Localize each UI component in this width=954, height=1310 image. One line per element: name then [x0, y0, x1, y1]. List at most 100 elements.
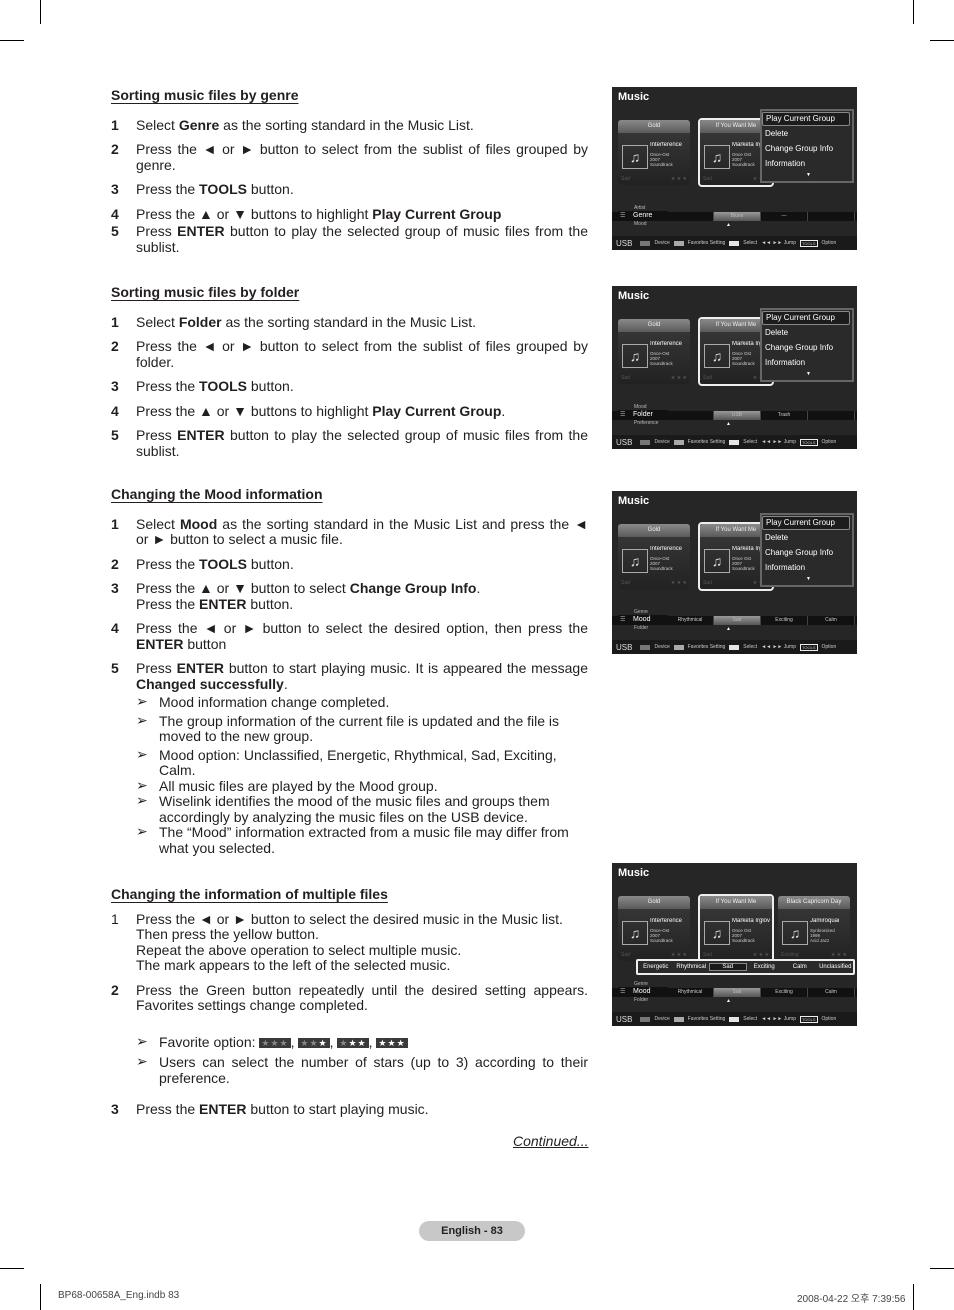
- tv-screenshot-genre: Music Gold ♫ Interference Once-Ost 2007 Soundt…: [612, 87, 857, 250]
- note-text: Wiselink identifies the mood of the musi…: [159, 793, 550, 825]
- step-text: Press the TOOLS button.: [136, 181, 294, 197]
- music-card[interactable]: Black Capricorn Day ♫ Jamiroquai Synkronize…: [778, 896, 850, 961]
- menu-item[interactable]: Delete: [762, 126, 852, 141]
- mood-options-popup: Energetic Rhythmical Sad Exciting Calm Unclas…: [636, 959, 855, 975]
- step-number: 1: [111, 116, 119, 133]
- mood-option[interactable]: Rhythmical: [674, 964, 710, 970]
- step-number: 3: [111, 1101, 119, 1117]
- music-card[interactable]: If You Want Me ♫ Marketa Irglova Once Ost 20…: [698, 894, 774, 963]
- group-cell[interactable]: Calm: [808, 988, 855, 997]
- device-label: Device: [654, 240, 670, 246]
- group-cell[interactable]: Trash: [761, 411, 808, 420]
- tv-screenshot-mood: Music Gold ♫ Interference Once-Ost 2007 Soundt…: [612, 491, 857, 654]
- step-1: 1 Select Genre as the sorting standard in…: [111, 116, 588, 134]
- scroll-down-icon: ▼: [806, 576, 811, 582]
- menu-item[interactable]: Play Current Group: [762, 112, 850, 126]
- step-4: 4 Press the ▲ or ▼ buttons to highlight P…: [111, 205, 588, 223]
- group-cell[interactable]: Rhythmical: [667, 616, 714, 625]
- arrow-icon: ➢: [136, 776, 148, 793]
- card-meta: Synkronized 1999 Acid Jazz: [810, 928, 835, 943]
- crop-mark: [913, 0, 914, 24]
- select-label: Select: [743, 644, 758, 650]
- note-item: ➢ The “Mood” information extracted from a…: [111, 823, 588, 856]
- caret-up-icon: ▲: [726, 421, 731, 427]
- menu-item[interactable]: Information: [762, 560, 852, 575]
- usb-label: USB: [616, 238, 633, 248]
- arrow-icon: ➢: [136, 1032, 148, 1049]
- group-cell[interactable]: Blues: [714, 212, 761, 221]
- note-text: All music files are played by the Mood g…: [159, 777, 438, 794]
- arrow-icon: ➢: [136, 711, 148, 728]
- step-text: Press the TOOLS button.: [136, 555, 294, 572]
- note-item: ➢ All music files are played by the Mood …: [111, 776, 588, 795]
- group-cell[interactable]: [667, 212, 714, 221]
- music-note-icon: ♫: [704, 344, 730, 368]
- section-title: Sorting music files by genre: [111, 87, 299, 103]
- star-rating-1: ★★★: [298, 1037, 330, 1048]
- mood-option[interactable]: Exciting: [747, 964, 783, 970]
- option-label: Option: [821, 240, 837, 246]
- sort-selector[interactable]: GenreMoodFolder: [618, 981, 668, 1003]
- tools-button-icon: TOOLS: [800, 643, 818, 651]
- card-artist: Marketa Irglova: [732, 918, 770, 924]
- group-cell[interactable]: Sad: [714, 988, 761, 997]
- music-card[interactable]: Gold ♫ Interference Once-Ost 2007 Soundtrack S…: [618, 319, 690, 384]
- favorite-stars: ★★★, ★★★, ★★★, ★★★: [259, 1033, 408, 1050]
- step-list: 1 Select Mood as the sorting standard in …: [111, 516, 588, 693]
- step-number: 4: [111, 205, 119, 222]
- step-text: Press ENTER button to play the selected …: [136, 427, 588, 459]
- option-label: Option: [821, 644, 837, 650]
- red-button-icon: [640, 439, 651, 445]
- note-text: Favorite option:: [159, 1033, 256, 1050]
- step-5: 5 Press ENTER button to play the selected…: [111, 223, 588, 255]
- scroll-down-icon: ▼: [806, 371, 811, 377]
- tools-menu: Play Current Group Delete Change Group Inf…: [760, 308, 854, 382]
- menu-item[interactable]: Information: [762, 156, 852, 171]
- music-card[interactable]: Gold ♫ Interference Once-Ost 2007 Soundtrack S…: [618, 524, 690, 589]
- mood-option[interactable]: Sad: [709, 963, 747, 971]
- card-title: Gold: [618, 896, 690, 909]
- menu-item[interactable]: Play Current Group: [762, 311, 850, 325]
- caret-up-icon: ▲: [726, 626, 731, 632]
- menu-item[interactable]: Delete: [762, 325, 852, 340]
- menu-item[interactable]: Change Group Info: [762, 545, 852, 560]
- step-text: Press the ▲ or ▼ buttons to highlight Pl…: [136, 402, 506, 419]
- group-cell[interactable]: Calm: [808, 616, 855, 625]
- star-rating-3: ★★★: [376, 1037, 408, 1048]
- group-cell[interactable]: Rhythmical: [667, 988, 714, 997]
- note-text: Users can select the number of stars (up…: [159, 1054, 588, 1086]
- slug-file: BP68-00658A_Eng.indb 83: [58, 1290, 180, 1301]
- slug-date: 2008-04-22 오후 7:39:56: [797, 1294, 906, 1305]
- sort-selector[interactable]: GenreMoodFolder: [618, 609, 668, 631]
- step-text: Press ENTER button to start playing musi…: [136, 660, 588, 692]
- card-title: Gold: [618, 524, 690, 537]
- menu-item[interactable]: Delete: [762, 530, 852, 545]
- menu-item[interactable]: Change Group Info: [762, 141, 852, 156]
- mood-option[interactable]: Energetic: [638, 964, 674, 970]
- card-meta: Once Ost 2007 Soundtrack: [732, 351, 755, 366]
- step-text: Select Folder as the sorting standard in…: [136, 313, 477, 330]
- music-card[interactable]: Gold ♫ Interference Once-Ost 2007 Soundtrack S…: [618, 120, 690, 185]
- group-cell[interactable]: [808, 411, 855, 420]
- card-footer: Exciting ★ ★ ★: [781, 952, 847, 958]
- group-cell[interactable]: [808, 212, 855, 221]
- red-button-icon: [640, 1016, 651, 1022]
- group-cell[interactable]: [667, 411, 714, 420]
- group-cell[interactable]: Sad: [714, 616, 761, 625]
- mood-option[interactable]: Unclassified: [818, 964, 854, 970]
- mood-option[interactable]: Calm: [782, 964, 818, 970]
- menu-item[interactable]: Change Group Info: [762, 340, 852, 355]
- step-text: Press the ▲ or ▼ buttons to highlight Pl…: [136, 205, 502, 222]
- step-1: 1 Press the ◄ or ► button to select the d…: [111, 911, 588, 974]
- menu-item[interactable]: Information: [762, 355, 852, 370]
- group-cell[interactable]: Exciting: [761, 616, 808, 625]
- group-cell[interactable]: —: [761, 212, 808, 221]
- group-cell[interactable]: USB: [714, 411, 761, 420]
- card-meta: Once Ost 2007 Soundtrack: [732, 928, 755, 943]
- sort-selector[interactable]: ArtistGenreMood: [618, 205, 668, 227]
- card-footer: Sad★ ★ ★: [621, 176, 687, 182]
- sort-selector[interactable]: MoodFolderPreference: [618, 404, 668, 426]
- menu-item[interactable]: Play Current Group: [762, 516, 850, 530]
- group-cell[interactable]: Exciting: [761, 988, 808, 997]
- music-card[interactable]: Gold ♫ Interference Once-Ost 2007 Soundtrack S…: [618, 896, 690, 961]
